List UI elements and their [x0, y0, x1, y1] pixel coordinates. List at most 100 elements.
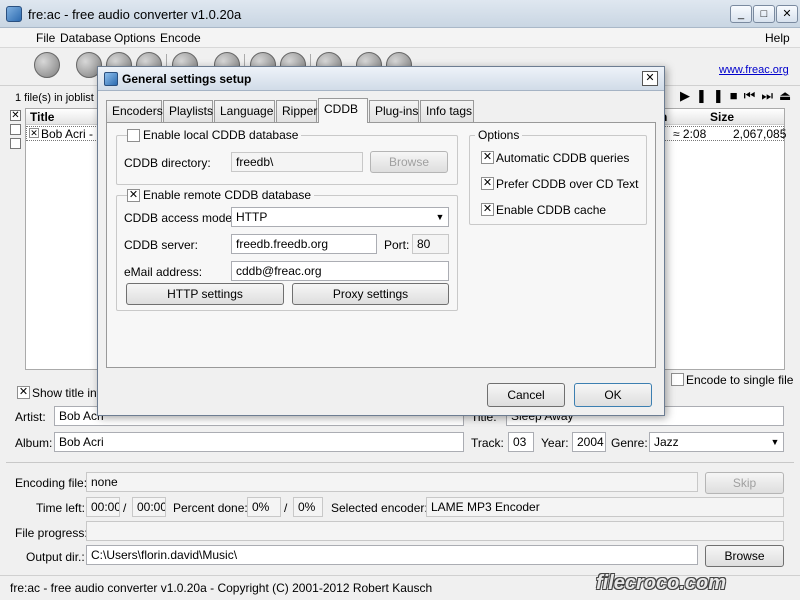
- options-title: Options: [475, 128, 523, 142]
- year-label: Year:: [541, 436, 569, 450]
- row-title: Bob Acri - S: [41, 127, 105, 141]
- encode-single-checkbox[interactable]: [671, 373, 684, 386]
- maximize-button[interactable]: □: [753, 5, 775, 23]
- divider: [6, 462, 794, 463]
- time-left-label: Time left:: [36, 501, 85, 515]
- selected-encoder-label: Selected encoder:: [331, 501, 428, 515]
- cddb-dir-field: freedb\: [231, 152, 363, 172]
- auto-queries-checkbox[interactable]: ✕: [481, 151, 494, 164]
- port-label: Port:: [384, 238, 410, 252]
- toggle-selection-checkbox[interactable]: [10, 138, 21, 149]
- artist-label: Artist:: [15, 410, 46, 424]
- column-size[interactable]: Size: [710, 110, 734, 124]
- chevron-down-icon[interactable]: ▼: [767, 433, 783, 451]
- track-label: Track:: [471, 436, 504, 450]
- year-field[interactable]: 2004: [572, 432, 606, 452]
- tab-encoders[interactable]: Encoders: [106, 100, 163, 122]
- show-title-info-label: Show title info: [32, 386, 107, 400]
- cancel-button[interactable]: Cancel: [487, 383, 565, 407]
- tab-cddb[interactable]: CDDB: [318, 98, 368, 123]
- http-settings-button[interactable]: HTTP settings: [126, 283, 284, 305]
- track-field[interactable]: 03: [508, 432, 534, 452]
- genre-value: Jazz: [654, 435, 679, 449]
- local-db-checkbox[interactable]: [127, 129, 140, 142]
- auto-queries-label: Automatic CDDB queries: [496, 151, 630, 165]
- dialog-title: General settings setup: [122, 72, 252, 86]
- encoding-file-label: Encoding file:: [15, 476, 88, 490]
- cddb-cache-checkbox[interactable]: ✕: [481, 203, 494, 216]
- server-field[interactable]: freedb.freedb.org: [231, 234, 377, 254]
- minimize-button[interactable]: _: [730, 5, 752, 23]
- remote-db-label: Enable remote CDDB database: [140, 188, 315, 202]
- percent-total-field: 0%: [293, 497, 323, 517]
- email-label: eMail address:: [124, 265, 203, 279]
- time-left-field: 00:00: [86, 497, 120, 517]
- main-titlebar: fre:ac - free audio converter v1.0.20a _…: [0, 0, 800, 28]
- status-text: fre:ac - free audio converter v1.0.20a -…: [10, 581, 433, 595]
- percent-done-field: 0%: [247, 497, 281, 517]
- cddb-dir-browse-button[interactable]: Browse: [370, 151, 448, 173]
- select-none-checkbox[interactable]: [10, 124, 21, 135]
- genre-label: Genre:: [611, 436, 648, 450]
- column-title[interactable]: Title: [30, 110, 54, 124]
- album-field[interactable]: Bob Acri: [54, 432, 464, 452]
- dialog-close-icon[interactable]: ✕: [642, 71, 658, 86]
- watermark-logo: filecroco.com: [596, 572, 727, 594]
- time-total-field: 00:00: [132, 497, 166, 517]
- remote-db-checkbox[interactable]: ✕: [127, 189, 140, 202]
- prefer-cddb-label: Prefer CDDB over CD Text: [496, 177, 639, 191]
- cddb-cache-label: Enable CDDB cache: [496, 203, 607, 217]
- close-button[interactable]: ✕: [776, 5, 798, 23]
- percent-done-label: Percent done:: [173, 501, 248, 515]
- row-time: ≈ 2:08: [673, 127, 707, 141]
- select-all-checkbox[interactable]: ✕: [10, 110, 21, 121]
- menu-encode[interactable]: Encode: [156, 30, 205, 46]
- prefer-cddb-checkbox[interactable]: ✕: [481, 177, 494, 190]
- settings-dialog: General settings setup ✕ Encoders Playli…: [97, 66, 665, 416]
- percent-separator: /: [284, 501, 288, 515]
- server-label: CDDB server:: [124, 238, 199, 252]
- selected-encoder-field: LAME MP3 Encoder: [426, 497, 784, 517]
- row-checkbox[interactable]: ✕: [29, 128, 39, 138]
- encoding-file-field: none: [86, 472, 698, 492]
- playback-controls[interactable]: ▶❚❚■⏮⏭⏏: [680, 88, 797, 104]
- ok-button[interactable]: OK: [574, 383, 652, 407]
- email-field[interactable]: cddb@freac.org: [231, 261, 449, 281]
- access-mode-value: HTTP: [236, 210, 268, 224]
- cddb-tab-page: Enable local CDDB database CDDB director…: [106, 122, 656, 368]
- window-title: fre:ac - free audio converter v1.0.20a: [28, 7, 242, 22]
- file-progress-label: File progress:: [15, 526, 88, 540]
- app-icon: [6, 6, 22, 22]
- file-progress-bar: [86, 521, 784, 541]
- tab-info-tags[interactable]: Info tags: [420, 100, 474, 122]
- output-browse-button[interactable]: Browse: [705, 545, 784, 567]
- local-db-label: Enable local CDDB database: [140, 128, 302, 142]
- menu-help[interactable]: Help: [761, 30, 794, 46]
- menubar: File Database Options Encode Help: [0, 28, 800, 48]
- output-dir-field[interactable]: C:\Users\florin.david\Music\: [86, 545, 698, 565]
- joblist-count: 1 file(s) in joblist (: [15, 92, 101, 104]
- tab-ripper[interactable]: Ripper: [276, 100, 317, 122]
- time-separator: /: [123, 501, 127, 515]
- tab-playlists[interactable]: Playlists: [163, 100, 213, 122]
- tab-language[interactable]: Language: [214, 100, 275, 122]
- add-files-icon[interactable]: [34, 52, 60, 78]
- proxy-settings-button[interactable]: Proxy settings: [292, 283, 449, 305]
- skip-button[interactable]: Skip: [705, 472, 784, 494]
- access-mode-select[interactable]: HTTP ▼: [231, 207, 449, 227]
- chevron-down-icon[interactable]: ▼: [432, 208, 448, 226]
- show-title-info-checkbox[interactable]: ✕: [17, 386, 30, 399]
- menu-database[interactable]: Database: [56, 30, 115, 46]
- genre-select[interactable]: Jazz ▼: [649, 432, 784, 452]
- cddb-dir-label: CDDB directory:: [124, 156, 211, 170]
- access-mode-label: CDDB access mode:: [124, 211, 236, 225]
- website-link[interactable]: www.freac.org: [719, 64, 789, 76]
- dialog-icon: [104, 72, 118, 86]
- menu-options[interactable]: Options: [110, 30, 159, 46]
- port-field[interactable]: 80: [412, 234, 449, 254]
- tab-plugins[interactable]: Plug-ins: [369, 100, 419, 122]
- dialog-titlebar: General settings setup ✕: [98, 67, 664, 91]
- album-label: Album:: [15, 436, 53, 450]
- output-dir-label: Output dir.:: [26, 550, 85, 564]
- row-size: 2,067,085: [733, 127, 787, 141]
